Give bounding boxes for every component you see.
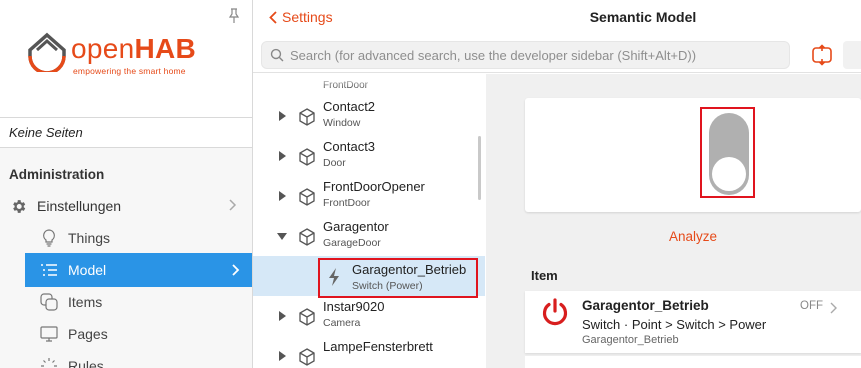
- tree-node-type: Switch (Power): [352, 280, 423, 292]
- logo-house-icon: [28, 32, 66, 72]
- sidebar-item-things[interactable]: Things: [40, 221, 250, 255]
- sidebar-item-label: Rules: [68, 358, 104, 368]
- power-icon: [542, 298, 568, 326]
- cube-icon: [299, 188, 315, 206]
- tree-node-name: Garagentor_Betrieb: [352, 262, 467, 277]
- no-pages-label: Keine Seiten: [0, 118, 252, 147]
- detail-pane: Analyze Item Garagentor_Betrieb Switch ·…: [486, 74, 861, 368]
- search-input[interactable]: [289, 47, 789, 63]
- tree-node[interactable]: Contact3 Door: [253, 136, 485, 176]
- rules-icon: [40, 357, 58, 368]
- back-to-settings-link[interactable]: Settings: [269, 9, 333, 25]
- caret-down-icon[interactable]: [277, 230, 287, 242]
- pin-icon[interactable]: [227, 8, 241, 24]
- cube-icon: [299, 108, 315, 126]
- tree-node-name: LampeFensterbrett: [323, 339, 433, 354]
- chevron-left-icon: [269, 10, 277, 24]
- gear-icon: [9, 197, 27, 215]
- model-tree: FrontDoor Contact2 Window Contact3 Door …: [253, 74, 485, 368]
- sidebar-item-label: Items: [68, 294, 103, 310]
- sidebar-item-label: Pages: [68, 326, 108, 342]
- chevron-right-icon: [232, 264, 240, 276]
- tree-node-type: FrontDoor: [323, 197, 371, 209]
- sidebar-item-label: Einstellungen: [37, 198, 122, 214]
- cube-icon: [299, 348, 315, 366]
- tree-node-type: FrontDoor: [323, 80, 369, 91]
- list-icon: [40, 261, 58, 279]
- tree-node-type: Door: [323, 157, 346, 169]
- tree-node[interactable]: FrontDoorOpener FrontDoor: [253, 176, 485, 216]
- item-label: Garagentor_Betrieb: [582, 334, 679, 346]
- toolbar-overflow-area: [843, 41, 861, 69]
- logo-area: openHAB empowering the smart home: [0, 0, 252, 117]
- tree-scrollbar[interactable]: [478, 136, 481, 200]
- tree-node-type: Window: [323, 117, 361, 129]
- sidebar-item-settings[interactable]: Einstellungen: [9, 189, 243, 223]
- sidebar-item-model[interactable]: Model: [25, 253, 252, 287]
- caret-right-icon[interactable]: [277, 310, 287, 322]
- expand-collapse-button[interactable]: [809, 42, 835, 68]
- monitor-icon: [40, 325, 58, 343]
- search-field[interactable]: [261, 41, 790, 69]
- page-title: Semantic Model: [589, 9, 697, 25]
- tree-node-name: FrontDoorOpener: [323, 179, 425, 194]
- caret-right-icon[interactable]: [277, 110, 287, 122]
- item-section-title: Item: [531, 268, 558, 283]
- next-card-edge: [525, 356, 861, 368]
- tree-node-type: Camera: [323, 317, 361, 329]
- logo-wordmark: openHAB: [71, 33, 197, 64]
- tree-node-name: Instar9020: [323, 299, 385, 314]
- cube-icon: [299, 228, 315, 246]
- lightbulb-icon: [40, 229, 58, 247]
- openhab-logo[interactable]: openHAB empowering the smart home: [27, 32, 227, 76]
- sidebar-item-rules[interactable]: Rules: [40, 349, 250, 368]
- tree-node-name: Contact2: [323, 99, 376, 114]
- item-card[interactable]: Garagentor_Betrieb Switch · Point > Swit…: [525, 291, 861, 353]
- sidebar: openHAB empowering the smart home Keine …: [0, 0, 253, 368]
- search-icon: [270, 48, 284, 62]
- toggle-switch[interactable]: [708, 112, 750, 196]
- chevron-right-icon: [229, 199, 237, 211]
- items-icon: [40, 293, 58, 311]
- tree-node-type: GarageDoor: [323, 237, 381, 249]
- sidebar-item-pages[interactable]: Pages: [40, 317, 250, 351]
- widget-preview-card: [525, 98, 861, 212]
- tree-node-name: Contact3: [323, 139, 376, 154]
- cube-icon: [299, 308, 315, 326]
- tree-node-selected[interactable]: Garagentor_Betrieb Switch (Power): [253, 256, 485, 296]
- navbar: Settings Semantic Model: [253, 0, 861, 36]
- item-state: OFF: [800, 300, 823, 312]
- tree-node[interactable]: Contact2 Window: [253, 96, 485, 136]
- analyze-link[interactable]: Analyze: [486, 229, 861, 244]
- search-bar: [253, 36, 861, 73]
- tree-node[interactable]: Garagentor GarageDoor: [253, 216, 485, 256]
- item-name: Garagentor_Betrieb: [582, 298, 709, 313]
- caret-right-icon[interactable]: [277, 150, 287, 162]
- sidebar-item-items[interactable]: Items: [40, 285, 250, 319]
- tree-node-name: Garagentor: [323, 219, 389, 234]
- cube-icon: [299, 148, 315, 166]
- item-semantics: Switch · Point > Switch > Power: [582, 317, 767, 332]
- back-label: Settings: [282, 9, 333, 25]
- administration-heading: Administration: [9, 167, 105, 182]
- chevron-right-icon: [830, 302, 837, 314]
- divider: [0, 147, 252, 148]
- lightning-icon: [329, 268, 339, 286]
- sidebar-item-label: Things: [68, 230, 111, 246]
- caret-right-icon[interactable]: [277, 350, 287, 362]
- tree-node[interactable]: LampeFensterbrett: [253, 336, 485, 368]
- logo-tagline: empowering the smart home: [73, 66, 186, 76]
- sidebar-item-label: Model: [68, 262, 107, 278]
- expand-icon: [812, 44, 832, 66]
- caret-right-icon[interactable]: [277, 190, 287, 202]
- tree-node[interactable]: Instar9020 Camera: [253, 296, 485, 336]
